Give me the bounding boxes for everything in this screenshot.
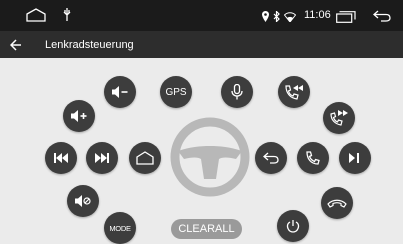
phone-next-icon [329, 109, 349, 127]
phone-prev-icon [284, 83, 304, 101]
gps-label: GPS [165, 86, 187, 98]
arrow-left-icon[interactable] [9, 36, 22, 55]
recent-apps-icon[interactable] [336, 10, 356, 28]
call-prev-button[interactable] [278, 76, 310, 108]
home-outline-icon[interactable] [26, 8, 46, 27]
power-button[interactable] [277, 210, 309, 242]
home-icon [136, 151, 154, 165]
steering-wheel-icon [170, 117, 250, 197]
volume-down-button[interactable] [104, 76, 136, 108]
play-pause-icon [348, 152, 362, 164]
mode-label: MODE [109, 223, 131, 233]
return-icon [263, 152, 279, 164]
steering-wheel-image [170, 117, 250, 197]
skip-forward-icon [94, 152, 110, 164]
wifi-icon [283, 9, 297, 27]
status-bar: 11:06 [0, 0, 403, 31]
clear-all-button[interactable]: CLEARALL [171, 219, 242, 239]
home-button[interactable] [129, 142, 161, 174]
mode-button[interactable]: MODE [104, 212, 136, 244]
power-icon [286, 219, 300, 233]
location-icon [262, 9, 269, 27]
voice-button[interactable] [221, 76, 253, 108]
speaker-plus-icon [70, 109, 88, 123]
speaker-minus-icon [111, 85, 129, 99]
answer-call-button[interactable] [297, 142, 329, 174]
back-icon[interactable] [373, 9, 391, 27]
play-pause-button[interactable] [339, 142, 371, 174]
skip-back-icon [53, 152, 69, 164]
call-next-button[interactable] [323, 102, 355, 134]
mute-button[interactable] [67, 185, 99, 217]
return-button[interactable] [255, 142, 287, 174]
usb-icon [63, 8, 71, 26]
phone-icon [305, 150, 321, 166]
previous-track-button[interactable] [45, 142, 77, 174]
bluetooth-icon [273, 9, 280, 27]
volume-up-button[interactable] [63, 100, 95, 132]
clock: 11:06 [304, 9, 331, 21]
next-track-button[interactable] [86, 142, 118, 174]
speaker-mute-icon [74, 194, 92, 208]
title-bar: Lenkradsteuerung [0, 31, 403, 58]
gps-button[interactable]: GPS [160, 76, 192, 108]
page-title: Lenkradsteuerung [45, 39, 134, 51]
phone-hangup-icon [327, 198, 347, 208]
hang-up-button[interactable] [321, 187, 353, 219]
microphone-icon [231, 84, 243, 100]
